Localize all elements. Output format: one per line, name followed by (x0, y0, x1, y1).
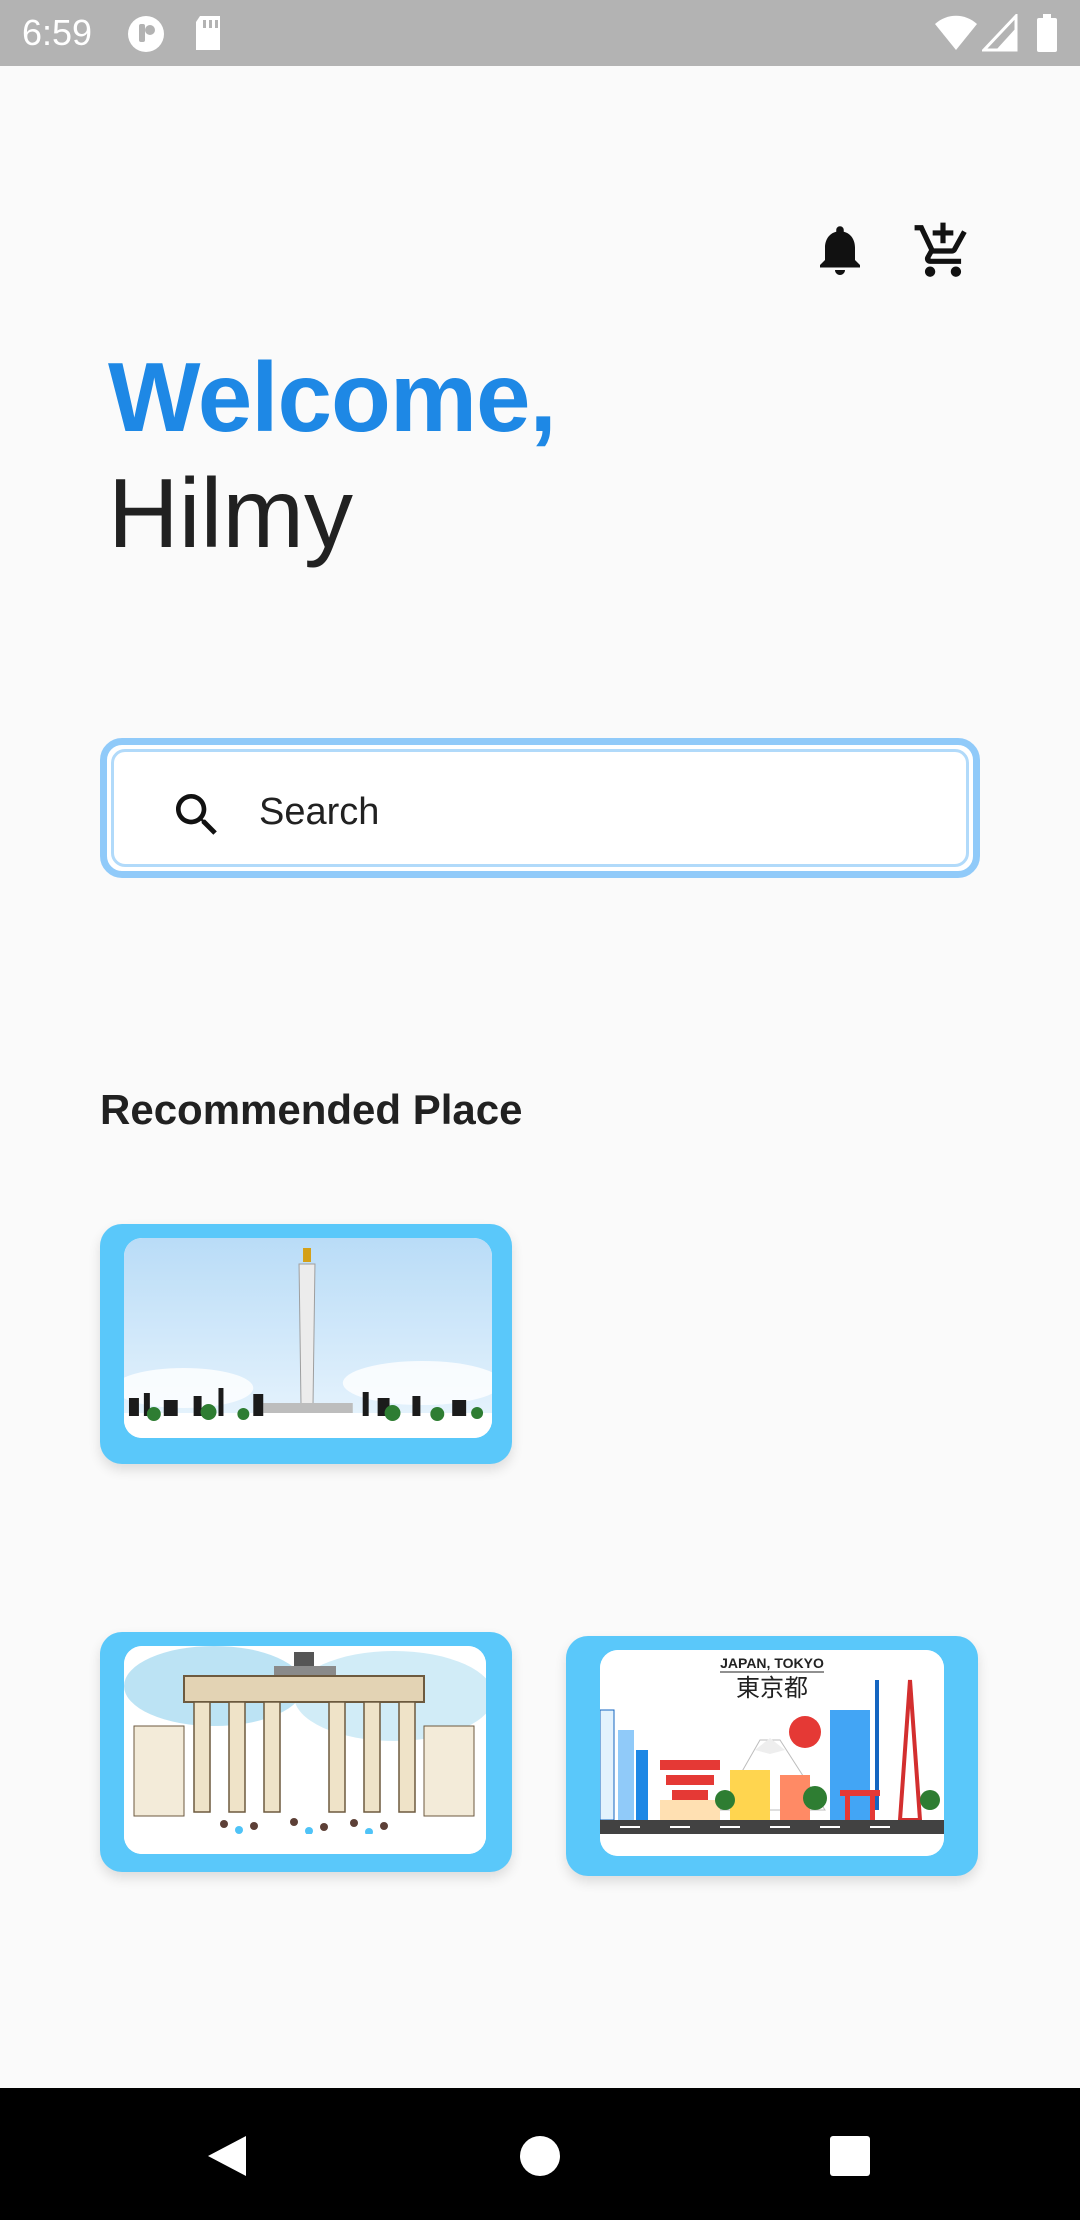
status-bar: 6:59 (0, 0, 1080, 66)
welcome-heading: Welcome, (108, 342, 557, 452)
bell-icon[interactable] (810, 220, 870, 280)
home-screen: 6:59 Welcome, Hilmy Recommended Pla (0, 0, 1080, 2220)
back-icon[interactable] (186, 2116, 266, 2196)
japan-tokyo-image: JAPAN, TOKYO 東京都 (600, 1650, 944, 1856)
status-time: 6:59 (22, 12, 93, 53)
recents-icon[interactable] (810, 2116, 890, 2196)
place-card-brandenburg-gate[interactable] (100, 1632, 512, 1872)
wifi-icon (934, 14, 978, 57)
user-name: Hilmy (108, 458, 353, 568)
add-to-cart-icon[interactable] (912, 220, 972, 280)
recommended-section-title: Recommended Place (100, 1086, 523, 1133)
place-card-monas[interactable] (100, 1224, 512, 1464)
battery-icon (1036, 14, 1058, 57)
search-box[interactable] (100, 738, 980, 878)
search-icon (169, 787, 225, 843)
monas-image (124, 1238, 492, 1438)
tokyo-caption: JAPAN, TOKYO (720, 1655, 824, 1671)
notification-app-icon (126, 14, 166, 59)
brandenburg-gate-image (124, 1646, 486, 1854)
sd-card-icon (192, 14, 224, 57)
home-icon[interactable] (500, 2116, 580, 2196)
search-input[interactable] (257, 775, 901, 849)
tokyo-kanji: 東京都 (736, 1674, 808, 1702)
place-card-japan-tokyo[interactable]: JAPAN, TOKYO 東京都 (566, 1636, 978, 1876)
cellular-signal-icon (980, 12, 1018, 57)
system-nav-bar (0, 2088, 1080, 2220)
